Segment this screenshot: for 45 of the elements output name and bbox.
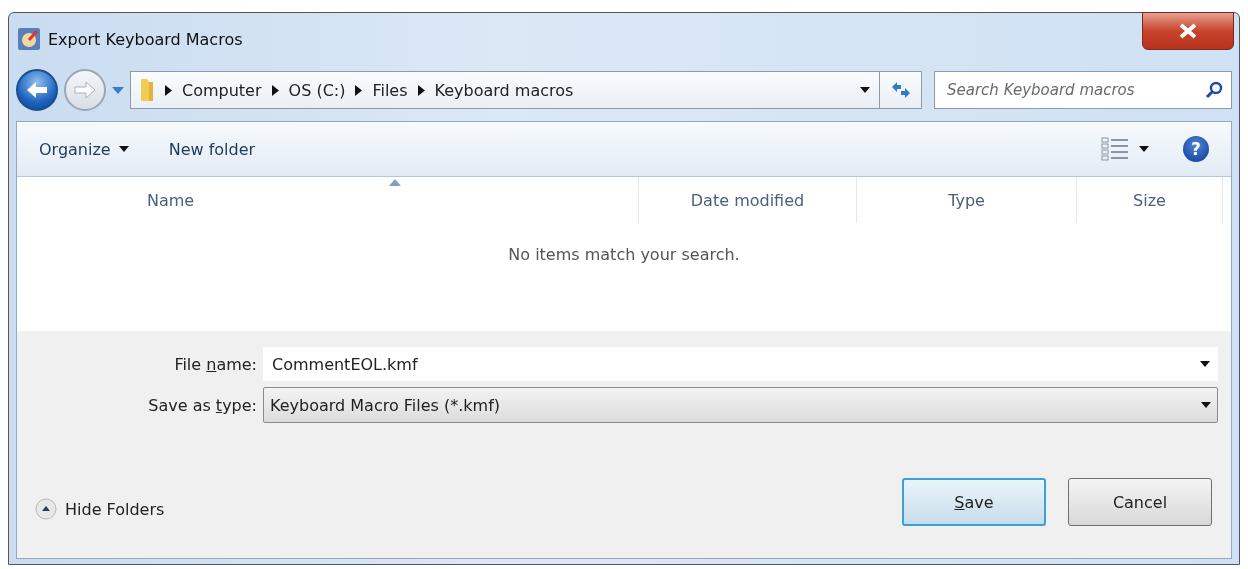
chevron-icon: [417, 84, 425, 96]
back-button[interactable]: [16, 69, 58, 111]
close-icon: [1178, 23, 1198, 39]
arrow-left-icon: [25, 80, 49, 100]
caret-icon: [118, 146, 129, 152]
chevron-icon: [165, 84, 172, 96]
close-button[interactable]: [1142, 12, 1234, 50]
file-name-field[interactable]: CommentEOL.kmf: [263, 347, 1218, 381]
new-folder-button[interactable]: New folder: [168, 135, 256, 163]
breadcrumb-item[interactable]: OS (C:): [288, 80, 346, 100]
breadcrumb-item[interactable]: Keyboard macros: [434, 80, 574, 100]
breadcrumb-item[interactable]: Files: [372, 80, 408, 100]
caret-icon: [112, 86, 124, 94]
column-header[interactable]: Type: [940, 186, 993, 214]
window-title: Export Keyboard Macros: [48, 29, 243, 49]
empty-message: No items match your search.: [508, 245, 740, 264]
collapse-icon: [35, 498, 57, 520]
organize-button[interactable]: Organize: [39, 135, 129, 163]
refresh-button[interactable]: [880, 71, 922, 109]
column-header[interactable]: Name: [139, 186, 203, 214]
app-icon: [18, 28, 40, 50]
arrow-right-icon: [73, 80, 97, 100]
history-dropdown[interactable]: [112, 86, 124, 94]
search-field[interactable]: Search Keyboard macros: [934, 71, 1232, 109]
breadcrumb-item[interactable]: Computer: [182, 80, 262, 100]
chevron-icon: [271, 84, 279, 96]
caret-icon: [860, 87, 870, 93]
help-button[interactable]: ?: [1183, 136, 1209, 162]
chevron-icon: [355, 84, 363, 96]
column-header[interactable]: Size: [1125, 186, 1174, 214]
view-button[interactable]: [1101, 137, 1149, 161]
folder-icon: [139, 77, 155, 103]
dropdown-caret-icon: [1201, 402, 1211, 408]
field-label: File name:: [173, 354, 257, 374]
dropdown-caret-icon: [1200, 361, 1210, 367]
caret-icon: [1139, 146, 1149, 152]
column-header[interactable]: Date modified: [682, 186, 813, 214]
save-button[interactable]: Save: [902, 478, 1046, 526]
search-icon: [1205, 81, 1223, 99]
list-view-icon: [1101, 137, 1129, 161]
field-label: Save as type:: [147, 395, 257, 415]
address-bar[interactable]: Computer OS (C:) Files Keyboard macros: [130, 71, 880, 109]
hide-folders-button[interactable]: Hide Folders: [35, 498, 165, 520]
file-type-dropdown[interactable]: Keyboard Macro Files (*.kmf): [263, 387, 1218, 423]
cancel-button[interactable]: Cancel: [1068, 478, 1212, 526]
